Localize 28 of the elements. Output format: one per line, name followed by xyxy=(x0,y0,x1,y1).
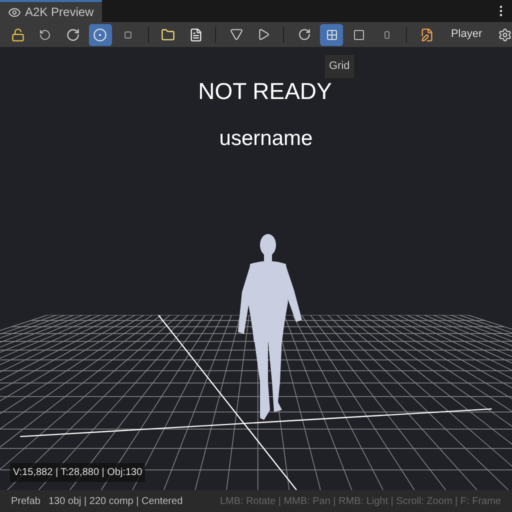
settings-icon[interactable] xyxy=(498,28,512,42)
username-label: username xyxy=(219,126,313,152)
square-icon xyxy=(124,30,132,38)
unlock-icon xyxy=(10,28,25,42)
folder-icon xyxy=(161,28,176,42)
status-heading: NOT READY xyxy=(198,77,332,106)
preview-tab[interactable]: A2K Preview xyxy=(0,0,102,22)
square-icon xyxy=(353,28,366,40)
status-summary: 130 obj | 220 comp | Centered xyxy=(48,494,183,508)
document-icon xyxy=(188,28,203,42)
eye-icon xyxy=(8,6,21,18)
redo-icon xyxy=(66,28,80,42)
player-label[interactable]: Player xyxy=(450,26,482,43)
tab-title: A2K Preview xyxy=(25,4,94,21)
toolbar-button[interactable] xyxy=(88,24,112,46)
status-type: Prefab xyxy=(11,494,40,508)
play-icon xyxy=(257,28,270,41)
grid-icon xyxy=(326,28,338,40)
undo-icon xyxy=(39,28,52,40)
triangle-down-icon xyxy=(230,28,243,41)
stats-overlay: V:15,882 | T:28,880 | Obj:130 xyxy=(10,463,146,482)
refresh-icon xyxy=(298,28,311,41)
tooltip: Grid xyxy=(324,54,355,78)
target-icon xyxy=(93,28,108,42)
controls-hint: LMB: Rotate | MMB: Pan | RMB: Light | Scroll: Zoom | F: Frame xyxy=(220,494,501,508)
document-edit-icon xyxy=(420,28,434,42)
toolbar-button[interactable] xyxy=(320,24,344,46)
rectangle-icon xyxy=(382,30,391,38)
